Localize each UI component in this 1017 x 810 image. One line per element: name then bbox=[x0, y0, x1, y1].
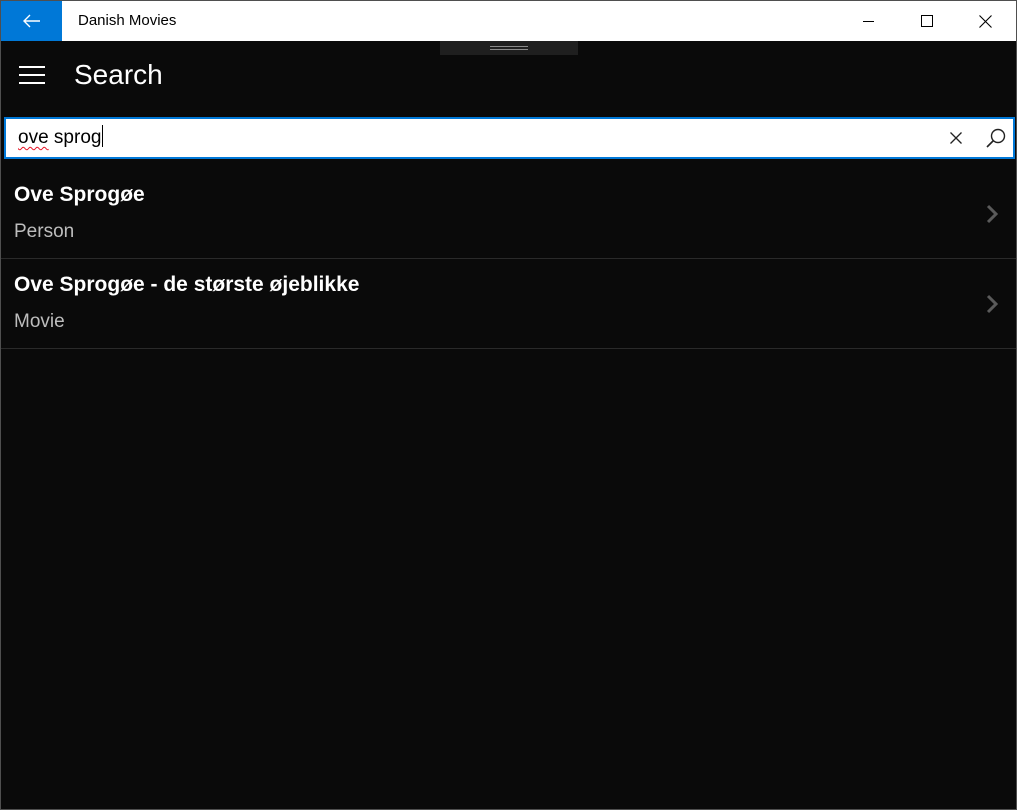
search-box[interactable]: ove sprog bbox=[4, 117, 1015, 159]
title-bar: Danish Movies bbox=[1, 1, 1016, 41]
search-button[interactable] bbox=[978, 119, 1014, 157]
chevron-right-icon bbox=[981, 291, 1003, 317]
result-type: Movie bbox=[14, 311, 65, 332]
app-title: Danish Movies bbox=[78, 12, 177, 29]
page-title: Search bbox=[74, 59, 163, 90]
result-title: Ove Sprogøe bbox=[14, 183, 145, 206]
search-input[interactable]: ove sprog bbox=[18, 119, 104, 157]
menu-button[interactable] bbox=[11, 55, 53, 95]
back-arrow-icon bbox=[22, 14, 40, 28]
close-button[interactable] bbox=[956, 1, 1014, 41]
list-item[interactable]: Ove Sprogøe - de største øjeblikke Movie bbox=[1, 259, 1016, 349]
search-text-misspelled: ove bbox=[18, 127, 49, 148]
search-text-rest: sprog bbox=[48, 127, 102, 148]
minimize-button[interactable] bbox=[840, 1, 898, 41]
drag-handle[interactable] bbox=[440, 41, 578, 55]
result-title: Ove Sprogøe - de største øjeblikke bbox=[14, 273, 360, 296]
result-type: Person bbox=[14, 221, 75, 242]
maximize-icon bbox=[921, 15, 933, 27]
minimize-icon bbox=[863, 21, 874, 22]
clear-button[interactable] bbox=[938, 119, 974, 157]
grip-icon bbox=[490, 46, 528, 50]
clear-icon bbox=[950, 132, 962, 144]
back-button[interactable] bbox=[1, 1, 62, 41]
hamburger-icon bbox=[19, 66, 45, 84]
chevron-right-icon bbox=[981, 201, 1003, 227]
app-window: Danish Movies Search ove sprog Ove Sprog… bbox=[0, 0, 1017, 810]
maximize-button[interactable] bbox=[898, 1, 956, 41]
text-caret bbox=[102, 125, 104, 147]
search-icon bbox=[986, 128, 1006, 148]
list-item[interactable]: Ove Sprogøe Person bbox=[1, 169, 1016, 259]
results-list: Ove Sprogøe Person Ove Sprogøe - de stør… bbox=[1, 169, 1016, 349]
close-icon bbox=[978, 14, 992, 28]
